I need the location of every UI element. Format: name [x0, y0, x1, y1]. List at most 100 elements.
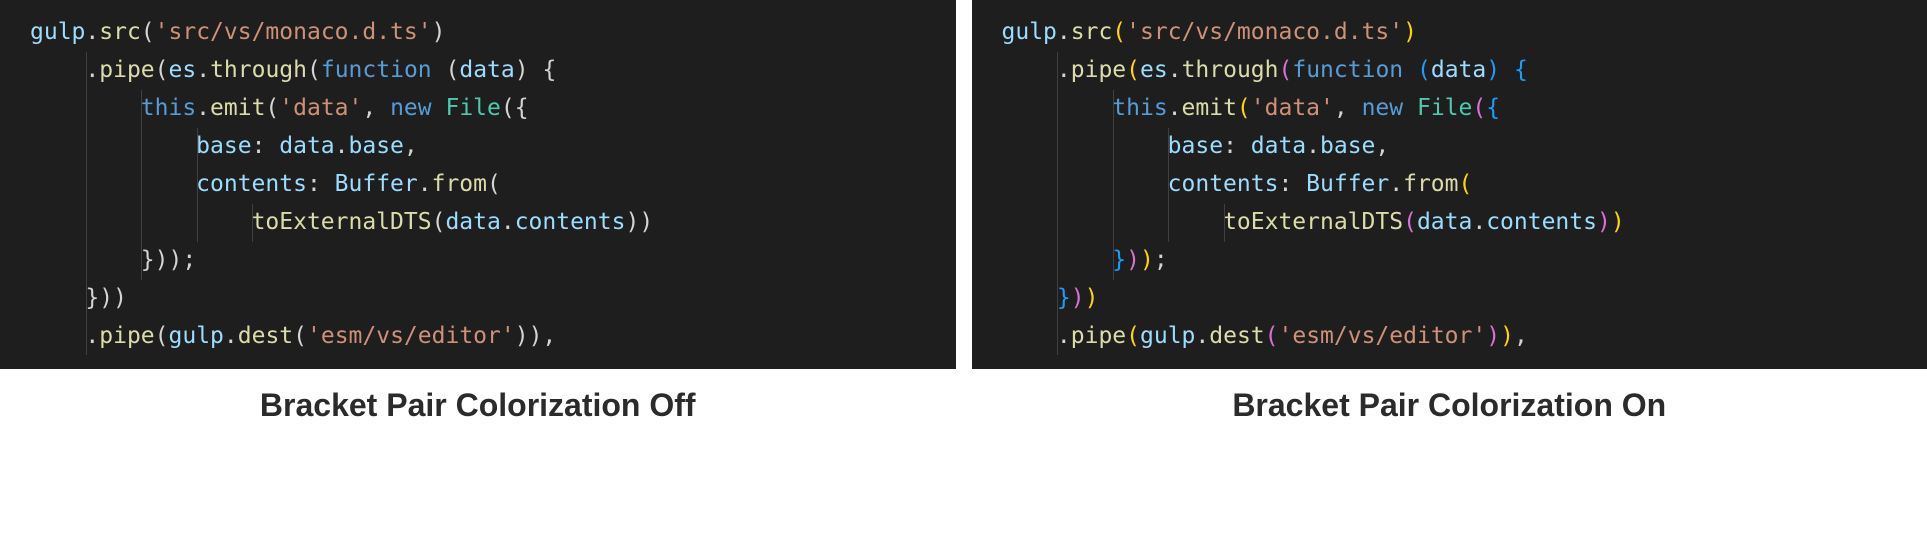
code-token: .	[85, 57, 99, 83]
code-line[interactable]: this.emit('data', new File({	[30, 90, 942, 128]
code-token: base	[196, 133, 251, 159]
code-token: :	[1278, 171, 1306, 197]
code-token: toExternalDTS	[252, 209, 432, 235]
code-token	[529, 57, 543, 83]
code-token: data	[1431, 57, 1486, 83]
code-token	[432, 57, 446, 83]
code-token: dest	[1209, 323, 1264, 349]
code-line[interactable]: .pipe(gulp.dest('esm/vs/editor')),	[1002, 318, 1914, 356]
code-token: (	[155, 323, 169, 349]
code-token: )	[1071, 285, 1085, 311]
code-token	[1403, 95, 1417, 121]
code-token: dest	[238, 323, 293, 349]
panel-right: gulp.src('src/vs/monaco.d.ts') .pipe(es.…	[972, 0, 1927, 434]
code-token: (	[141, 19, 155, 45]
code-token: {	[542, 57, 556, 83]
code-token: .	[196, 57, 210, 83]
code-line[interactable]: this.emit('data', new File({	[1002, 90, 1914, 128]
code-line[interactable]: contents: Buffer.from(	[30, 166, 942, 204]
caption-left: Bracket Pair Colorization Off	[0, 369, 956, 434]
code-token: .	[1195, 323, 1209, 349]
code-line[interactable]: gulp.src('src/vs/monaco.d.ts')	[30, 14, 942, 52]
code-token: (	[1472, 95, 1486, 121]
code-line[interactable]: }));	[1002, 242, 1914, 280]
code-token: (	[1112, 19, 1126, 45]
code-token	[432, 95, 446, 121]
code-token: .	[1057, 57, 1071, 83]
code-token: )	[1140, 247, 1154, 273]
code-token: :	[1223, 133, 1251, 159]
code-line[interactable]: }))	[30, 280, 942, 318]
code-token: (	[1265, 323, 1279, 349]
code-token: 'src/vs/monaco.d.ts'	[1126, 19, 1403, 45]
code-token: File	[1417, 95, 1472, 121]
code-token: (	[307, 57, 321, 83]
code-token: ))	[625, 209, 653, 235]
code-line[interactable]: .pipe(es.through(function (data) {	[1002, 52, 1914, 90]
code-token: pipe	[1071, 57, 1126, 83]
code-token: )	[1403, 19, 1417, 45]
code-token: (	[1126, 323, 1140, 349]
code-token: contents	[1168, 171, 1279, 197]
code-token: }	[1057, 285, 1071, 311]
code-token: contents	[515, 209, 626, 235]
code-line[interactable]: toExternalDTS(data.contents))	[1002, 204, 1914, 242]
code-token: Buffer	[1306, 171, 1389, 197]
code-line[interactable]: }))	[1002, 280, 1914, 318]
code-token: through	[210, 57, 307, 83]
code-token: es	[169, 57, 197, 83]
code-token: )	[1486, 323, 1500, 349]
code-editor-right[interactable]: gulp.src('src/vs/monaco.d.ts') .pipe(es.…	[972, 0, 1927, 369]
panel-left: gulp.src('src/vs/monaco.d.ts') .pipe(es.…	[0, 0, 956, 434]
code-token: )	[1611, 209, 1625, 235]
code-token: base	[1320, 133, 1375, 159]
code-token: ;	[182, 247, 196, 273]
code-token: (	[1417, 57, 1431, 83]
code-token: )	[432, 19, 446, 45]
code-token: (	[1279, 57, 1293, 83]
code-line[interactable]: gulp.src('src/vs/monaco.d.ts')	[1002, 14, 1914, 52]
code-token: .	[1168, 57, 1182, 83]
code-token: }))	[141, 247, 183, 273]
code-token: function	[321, 57, 432, 83]
code-token: pipe	[99, 323, 154, 349]
code-editor-left[interactable]: gulp.src('src/vs/monaco.d.ts') .pipe(es.…	[0, 0, 956, 369]
code-token: data	[1417, 209, 1472, 235]
code-token: .	[1306, 133, 1320, 159]
code-line[interactable]: toExternalDTS(data.contents))	[30, 204, 942, 242]
code-token: )	[1486, 57, 1500, 83]
code-line[interactable]: base: data.base,	[30, 128, 942, 166]
code-token: data	[459, 57, 514, 83]
code-token: new	[1362, 95, 1404, 121]
code-token: )	[1500, 323, 1514, 349]
code-token: contents	[196, 171, 307, 197]
caption-right: Bracket Pair Colorization On	[972, 369, 1927, 434]
code-token: Buffer	[335, 171, 418, 197]
code-content-left: gulp.src('src/vs/monaco.d.ts') .pipe(es.…	[30, 14, 942, 355]
code-token: )	[1126, 247, 1140, 273]
code-token: function	[1292, 57, 1403, 83]
code-token: .	[196, 95, 210, 121]
code-token	[1500, 57, 1514, 83]
code-token: (	[1403, 209, 1417, 235]
code-token: contents	[1486, 209, 1597, 235]
code-token: (	[293, 323, 307, 349]
code-token: ,	[1375, 133, 1389, 159]
code-token: 'data'	[279, 95, 362, 121]
code-line[interactable]: .pipe(es.through(function (data) {	[30, 52, 942, 90]
code-token: )	[515, 57, 529, 83]
code-token: )	[1085, 285, 1099, 311]
code-token: emit	[210, 95, 265, 121]
code-token: ({	[501, 95, 529, 121]
code-line[interactable]: }));	[30, 242, 942, 280]
code-line[interactable]: contents: Buffer.from(	[1002, 166, 1914, 204]
code-token: )	[1597, 209, 1611, 235]
code-token: (	[432, 209, 446, 235]
code-line[interactable]: base: data.base,	[1002, 128, 1914, 166]
code-line[interactable]: .pipe(gulp.dest('esm/vs/editor')),	[30, 318, 942, 356]
code-token: .	[418, 171, 432, 197]
code-token: toExternalDTS	[1223, 209, 1403, 235]
code-token: gulp	[30, 19, 85, 45]
code-token: from	[432, 171, 487, 197]
code-token: 'src/vs/monaco.d.ts'	[155, 19, 432, 45]
